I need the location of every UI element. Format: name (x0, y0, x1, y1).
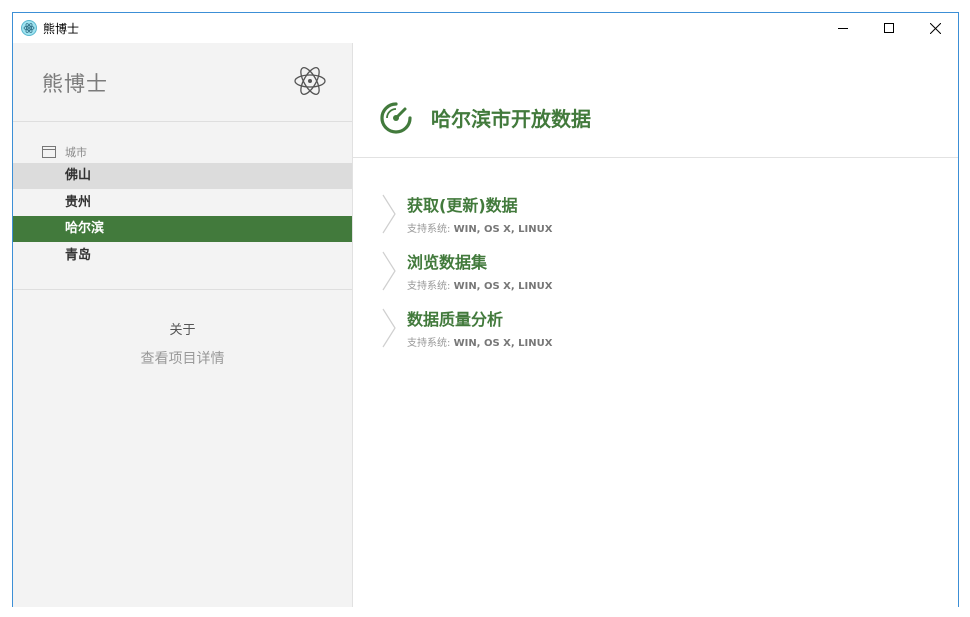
chevron-right-icon (382, 308, 396, 348)
close-icon (929, 22, 941, 34)
close-button[interactable] (912, 13, 958, 43)
chevron-right-icon (382, 194, 396, 234)
sidebar-divider (13, 121, 352, 122)
support-value: WIN, OS X, LINUX (453, 281, 553, 292)
action-support: 支持系统: WIN, OS X, LINUX (407, 220, 552, 235)
app-window: 熊博士 熊博士 城市 佛山 贵州 哈尔滨 青岛 关于 查看项目详情 哈尔滨市开放… (12, 12, 959, 607)
support-value: WIN, OS X, LINUX (453, 338, 553, 349)
window-icon (42, 146, 56, 158)
page-title: 哈尔滨市开放数据 (431, 107, 591, 131)
brand-title: 熊博士 (42, 72, 108, 96)
gauge-icon (380, 102, 412, 134)
electron-icon (21, 20, 37, 36)
main-panel: 哈尔滨市开放数据 获取(更新)数据 支持系统: WIN, OS X, LINUX… (353, 43, 958, 607)
action-support: 支持系统: WIN, OS X, LINUX (407, 277, 552, 292)
section-label: 城市 (65, 146, 87, 159)
about-title: 关于 (169, 323, 196, 338)
sidebar-item-qingdao[interactable]: 青岛 (13, 243, 352, 269)
support-label: 支持系统: (407, 281, 454, 292)
chevron-right-icon (382, 251, 396, 291)
section-header-cities: 城市 (42, 145, 87, 159)
sidebar: 熊博士 城市 佛山 贵州 哈尔滨 青岛 关于 查看项目详情 (13, 43, 353, 607)
support-label: 支持系统: (407, 338, 454, 349)
minimize-icon (838, 28, 848, 29)
support-value: WIN, OS X, LINUX (453, 224, 553, 235)
project-details-link[interactable]: 查看项目详情 (13, 348, 352, 368)
action-title: 浏览数据集 (407, 253, 488, 272)
support-label: 支持系统: (407, 224, 454, 235)
action-quality-analysis[interactable]: 数据质量分析 支持系统: WIN, OS X, LINUX (381, 303, 941, 360)
sidebar-item-guizhou[interactable]: 贵州 (13, 190, 352, 216)
action-support: 支持系统: WIN, OS X, LINUX (407, 334, 552, 349)
maximize-button[interactable] (866, 13, 912, 43)
sidebar-item-foshan[interactable]: 佛山 (13, 163, 352, 189)
title-bar[interactable]: 熊博士 (13, 13, 958, 43)
header-divider (353, 157, 958, 158)
maximize-icon (884, 23, 894, 33)
action-fetch-data[interactable]: 获取(更新)数据 支持系统: WIN, OS X, LINUX (381, 189, 941, 246)
sidebar-item-harbin[interactable]: 哈尔滨 (13, 216, 352, 242)
action-title: 数据质量分析 (407, 310, 504, 329)
minimize-button[interactable] (820, 13, 866, 43)
atom-icon (294, 67, 326, 95)
city-nav: 佛山 贵州 哈尔滨 青岛 (13, 163, 352, 269)
sidebar-divider-bottom (13, 289, 352, 290)
window-title: 熊博士 (43, 22, 80, 36)
action-title: 获取(更新)数据 (407, 196, 518, 215)
action-browse-datasets[interactable]: 浏览数据集 支持系统: WIN, OS X, LINUX (381, 246, 941, 303)
action-list: 获取(更新)数据 支持系统: WIN, OS X, LINUX 浏览数据集 支持… (381, 189, 941, 360)
